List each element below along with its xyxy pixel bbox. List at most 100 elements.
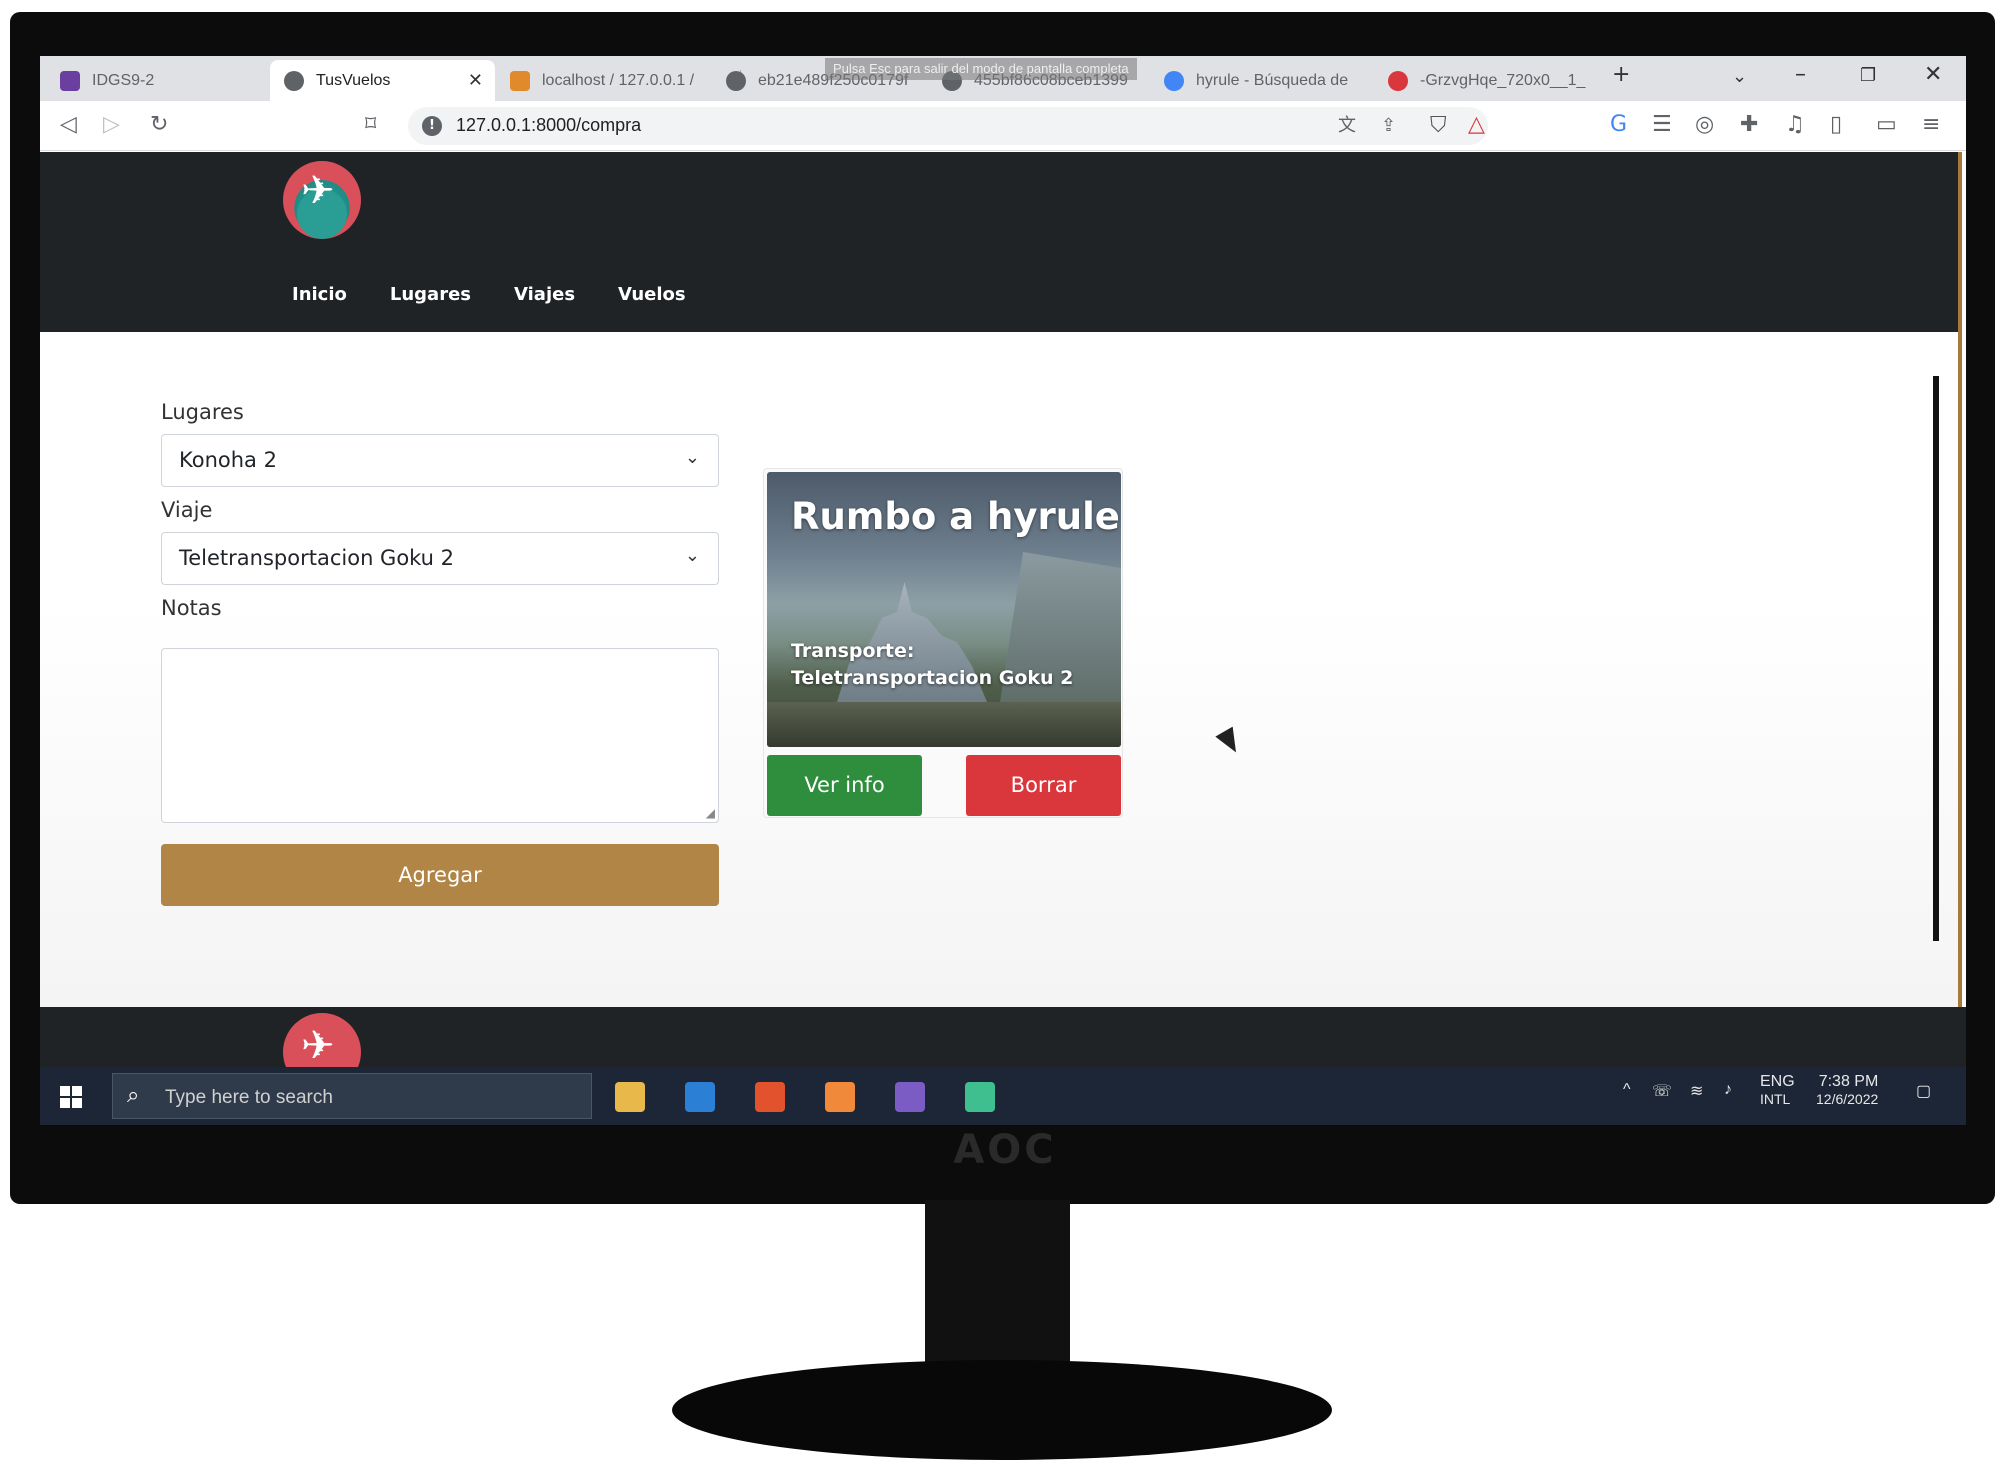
- bookmark-icon[interactable]: ⌑: [365, 113, 376, 137]
- minimize-icon[interactable]: –: [1795, 62, 1806, 87]
- viaje-select[interactable]: Teletransportacion Goku 2 ⌄: [161, 532, 719, 585]
- page-edge-accent: [1958, 152, 1962, 1007]
- translate-icon[interactable]: 文: [1338, 114, 1356, 138]
- forward-icon[interactable]: ▷: [103, 113, 120, 137]
- viaje-selected-value: Teletransportacion Goku 2: [179, 546, 455, 570]
- scrollbar[interactable]: [1933, 376, 1939, 941]
- google-icon: [1164, 70, 1184, 91]
- extension-circle-icon[interactable]: ◎: [1695, 113, 1714, 137]
- browser-toolbar: ◁ ▷ ↻ ⌑ ! 127.0.0.1:8000/compra 文 ⇪ ⛉ △ …: [40, 101, 1966, 151]
- monitor-stand-base: [672, 1360, 1332, 1460]
- monitor-brand-logo: AOC: [953, 1127, 1057, 1173]
- globe-icon: [726, 70, 746, 91]
- site-header: ✈ Inicio Lugares Viajes Vuelos: [40, 152, 1958, 332]
- back-icon[interactable]: ◁: [60, 113, 77, 137]
- tab-idgs[interactable]: IDGS9-2: [46, 60, 271, 101]
- git-client-icon[interactable]: [895, 1082, 925, 1112]
- language-layout: INTL: [1760, 1091, 1791, 1107]
- lugares-label: Lugares: [161, 400, 244, 424]
- agregar-button[interactable]: Agregar: [161, 844, 719, 906]
- tab-label: localhost / 127.0.0.1 /: [542, 71, 695, 89]
- nav-vuelos[interactable]: Vuelos: [618, 284, 686, 305]
- windows-taskbar: ⌕ Type here to search ^ ☏ ≋ ♪ ENG INTL 7…: [40, 1067, 1966, 1125]
- search-icon: ⌕: [127, 1083, 140, 1108]
- restore-icon[interactable]: ❐: [1860, 65, 1876, 86]
- card-text-line2: Teletransportacion Goku 2: [791, 667, 1074, 689]
- media-controls-icon[interactable]: ♫: [1785, 113, 1805, 137]
- ver-info-button[interactable]: Ver info: [767, 755, 922, 816]
- hyrule-castle-image: Rumbo a hyrule Transporte: Teletransport…: [767, 472, 1121, 747]
- wifi-icon[interactable]: ≋: [1690, 1081, 1703, 1101]
- brave-browser-icon[interactable]: [755, 1082, 785, 1112]
- tab-label: hyrule - Búsqueda de: [1196, 71, 1349, 89]
- clock-date: 12/6/2022: [1816, 1091, 1879, 1107]
- ground-shape: [767, 702, 1121, 747]
- close-tab-icon[interactable]: ✕: [468, 70, 483, 91]
- taskbar-search-placeholder: Type here to search: [165, 1087, 333, 1108]
- chevron-down-icon: ⌄: [684, 447, 700, 468]
- terminal-app-icon[interactable]: [965, 1082, 995, 1112]
- image-icon: [1388, 70, 1408, 91]
- file-explorer-icon[interactable]: [615, 1082, 645, 1112]
- tab-google-search[interactable]: hyrule - Búsqueda de: [1150, 60, 1372, 101]
- lugares-select[interactable]: Konoha 2 ⌄: [161, 434, 719, 487]
- site-footer: ✈: [40, 1007, 1966, 1067]
- network-icon[interactable]: ☏: [1652, 1081, 1672, 1101]
- main-nav: Inicio Lugares Viajes Vuelos: [292, 284, 729, 305]
- menu-icon[interactable]: ≡: [1922, 113, 1940, 137]
- language-code: ENG: [1760, 1073, 1795, 1090]
- extension-list-icon[interactable]: ☰: [1652, 113, 1672, 137]
- nav-lugares[interactable]: Lugares: [390, 284, 471, 305]
- input-language[interactable]: ENG INTL: [1760, 1073, 1795, 1107]
- notas-label: Notas: [161, 596, 222, 620]
- card-text-line1: Transporte:: [791, 640, 915, 662]
- screen: IDGS9-2 TusVuelos ✕ localhost / 127.0.0.…: [40, 56, 1966, 1125]
- address-bar[interactable]: ! 127.0.0.1:8000/compra 文 ⇪ ⛉ △: [408, 107, 1488, 145]
- browser-tab-strip: IDGS9-2 TusVuelos ✕ localhost / 127.0.0.…: [40, 56, 1966, 101]
- brave-shield-icon[interactable]: ⛉: [1430, 114, 1447, 138]
- taskbar-search-input[interactable]: ⌕ Type here to search: [112, 1073, 592, 1119]
- plane-icon: ✈: [301, 1023, 335, 1067]
- wallet-icon[interactable]: ▭: [1876, 113, 1897, 137]
- nav-viajes[interactable]: Viajes: [514, 284, 575, 305]
- tab-search-chevron-icon[interactable]: ⌄: [1732, 66, 1747, 87]
- xampp-icon[interactable]: [825, 1082, 855, 1112]
- extensions-puzzle-icon[interactable]: ✚: [1740, 113, 1758, 137]
- url-text: 127.0.0.1:8000/compra: [456, 115, 642, 135]
- cliff-shape: [997, 552, 1121, 722]
- footer-logo-icon[interactable]: ✈: [283, 1013, 361, 1067]
- site-info-icon[interactable]: !: [422, 116, 442, 136]
- borrar-button[interactable]: Borrar: [966, 755, 1121, 816]
- tab-label: TusVuelos: [316, 71, 391, 89]
- sidebar-toggle-icon[interactable]: ▯: [1830, 113, 1842, 137]
- globe-icon: [284, 70, 304, 91]
- nav-inicio[interactable]: Inicio: [292, 284, 347, 305]
- tab-image[interactable]: -GrzvgHqe_720x0__1_: [1374, 60, 1612, 101]
- card-text: Transporte: Teletransportacion Goku 2: [791, 638, 1111, 692]
- tab-label: IDGS9-2: [92, 71, 155, 89]
- google-translate-extension-icon[interactable]: G: [1610, 113, 1627, 137]
- plane-icon: ✈: [301, 168, 335, 214]
- fullscreen-hint: Pulsa Esc para salir del modo de pantall…: [825, 58, 1137, 80]
- close-window-icon[interactable]: ✕: [1924, 62, 1942, 87]
- trip-card: Rumbo a hyrule Transporte: Teletransport…: [763, 468, 1123, 818]
- site-logo-icon[interactable]: ✈: [283, 161, 361, 239]
- mouse-cursor-icon: [1215, 726, 1245, 758]
- tab-tusvuelos[interactable]: TusVuelos ✕: [270, 60, 495, 101]
- notifications-icon[interactable]: ▢: [1916, 1081, 1931, 1101]
- notas-textarea[interactable]: ◢: [161, 648, 719, 823]
- card-title: Rumbo a hyrule: [791, 495, 1120, 538]
- reload-icon[interactable]: ↻: [150, 113, 168, 137]
- taskbar-clock[interactable]: 7:38 PM 12/6/2022: [1816, 1073, 1878, 1107]
- tray-overflow-icon[interactable]: ^: [1623, 1081, 1631, 1099]
- windows-start-icon[interactable]: [60, 1086, 82, 1108]
- tab-phpmyadmin[interactable]: localhost / 127.0.0.1 /: [496, 60, 711, 101]
- volume-icon[interactable]: ♪: [1724, 1081, 1732, 1099]
- share-icon[interactable]: ⇪: [1381, 114, 1396, 138]
- chevron-down-icon: ⌄: [684, 545, 700, 566]
- brave-rewards-icon[interactable]: △: [1468, 113, 1485, 137]
- new-tab-icon[interactable]: +: [1612, 62, 1630, 87]
- vscode-icon[interactable]: [685, 1082, 715, 1112]
- phpmyadmin-icon: [510, 70, 530, 91]
- resize-grip-icon[interactable]: ◢: [706, 806, 715, 820]
